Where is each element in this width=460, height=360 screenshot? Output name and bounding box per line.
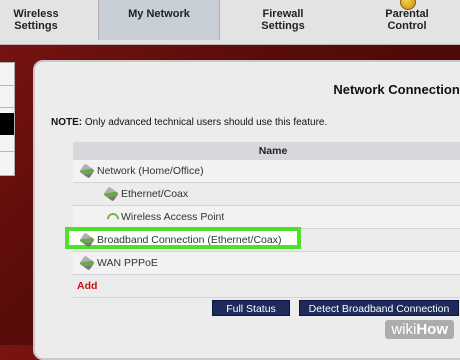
note-label: NOTE: [51,117,83,128]
table-row[interactable]: Wireless Access Point [73,206,460,229]
wireless-icon [104,210,122,228]
top-navigation: Wireless Settings My Network Firewall Se… [0,0,460,45]
nav-parental-control[interactable]: Parental Control [364,0,450,40]
row-label: WAN PPPoE [97,257,158,269]
add-link[interactable]: Add [77,275,97,297]
connections-table: Name Network (Home/Office) Ethernet/Coax… [65,142,460,298]
watermark-part1: wiki [391,321,417,338]
row-label: Network (Home/Office) [97,165,204,177]
table-row[interactable]: WAN PPPoE [73,252,460,275]
table-row[interactable]: Add [73,275,460,298]
full-status-button[interactable]: Full Status [212,300,290,316]
sidebar-divider [0,151,14,152]
row-label: Wireless Access Point [121,211,225,223]
ethernet-icon [103,186,119,202]
nav-label: Settings [14,20,58,32]
table-row[interactable]: Broadband Connection (Ethernet/Coax) [65,227,460,252]
nav-my-network[interactable]: My Network [98,0,220,40]
page-title: Network Connections [333,82,460,97]
detect-broadband-button[interactable]: Detect Broadband Connection [299,300,459,316]
nav-label: Wireless [13,8,59,20]
table-row[interactable]: Ethernet/Coax [73,183,460,206]
nav-label: Control [387,20,427,32]
network-connections-panel: Network Connections NOTE: Only advanced … [33,60,460,360]
sidebar [0,62,15,176]
watermark-part2: How [416,321,448,338]
nav-label: My Network [128,8,190,20]
nav-label: Firewall [262,8,304,20]
broadband-connection-link[interactable]: Broadband Connection (Ethernet/Coax) [97,229,281,251]
sidebar-divider [0,85,14,86]
nav-wireless-settings[interactable]: Wireless Settings [0,0,72,40]
network-icon [79,163,95,179]
note-body: Only advanced technical users should use… [82,117,328,128]
sidebar-divider [0,107,14,108]
nav-firewall-settings[interactable]: Firewall Settings [240,0,326,40]
wikihow-watermark: wikiHow [385,320,454,339]
note-text: NOTE: Only advanced technical users shou… [51,117,327,128]
table-row[interactable]: Network (Home/Office) [73,160,460,183]
wan-icon [79,255,95,271]
nav-label: Settings [261,20,305,32]
column-header-name: Name [73,142,460,160]
sidebar-item-selected[interactable] [0,113,14,135]
row-label: Ethernet/Coax [121,188,189,200]
